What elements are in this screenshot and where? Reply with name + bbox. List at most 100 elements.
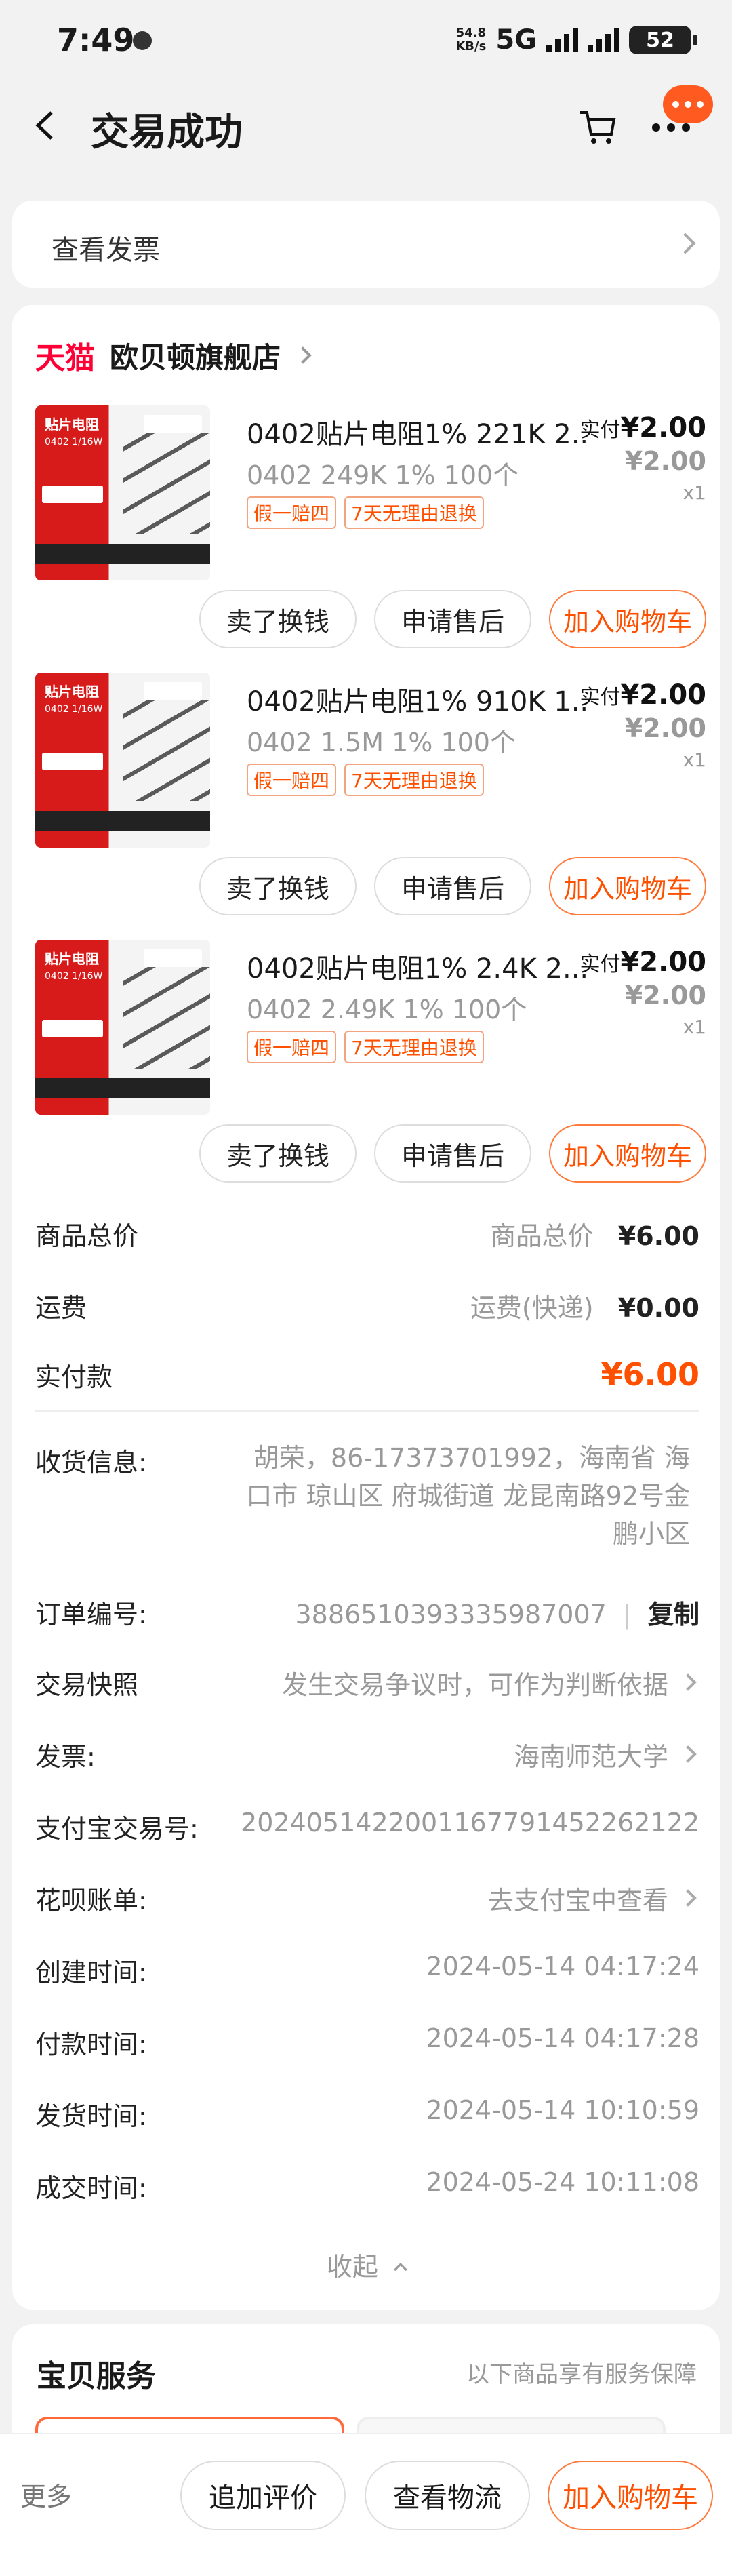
add-to-cart-button[interactable]: 加入购物车 <box>549 1124 706 1183</box>
title-bar: 交易成功 <box>0 81 732 170</box>
order-card: 天猫 欧贝顿旗舰店 贴片电阻 0402 1/16W 0402贴片电阻1% 221… <box>12 305 720 2310</box>
order-number-row: 订单编号: 3886510393335987007 | 复制 <box>35 1593 699 1634</box>
created-value: 2024-05-14 04:17:24 <box>426 1951 699 1981</box>
total-value: ¥6.00 <box>617 1221 699 1251</box>
guarantee-tag: 假一赔四 <box>247 496 337 529</box>
collapse-button[interactable]: 收起 <box>12 2246 720 2283</box>
net-speed-value: 54.8 <box>455 26 487 40</box>
guarantee-tag: 假一赔四 <box>247 1031 337 1063</box>
paid-time-label: 付款时间: <box>35 2029 147 2059</box>
thumb-title: 贴片电阻 <box>45 683 99 700</box>
item-spec: 0402 249K 1% 100个 <box>247 460 519 490</box>
thumb-sub: 0402 1/16W <box>45 437 103 448</box>
service-note: 以下商品享有服务保障 <box>466 2361 697 2388</box>
return-tag: 7天无理由退换 <box>344 496 484 529</box>
thumb-sub: 0402 1/16W <box>45 971 103 982</box>
collapse-label: 收起 <box>326 2252 378 2282</box>
price-block: 实付¥2.00 ¥2.00 x1 <box>580 947 706 1038</box>
order-item: 贴片电阻 0402 1/16W 0402贴片电阻1% 910K 1... 040… <box>35 673 706 944</box>
shop-header[interactable]: 天猫 欧贝顿旗舰店 <box>35 335 312 376</box>
invoice-card[interactable]: 查看发票 <box>12 201 720 288</box>
snapshot-label: 交易快照 <box>35 1670 139 1700</box>
paid-total-value: ¥6.00 <box>601 1356 699 1393</box>
add-review-button[interactable]: 追加评价 <box>180 2461 346 2530</box>
shipped-label: 发货时间: <box>35 2101 147 2131</box>
completed-label: 成交时间: <box>35 2173 147 2203</box>
network-type: 5G <box>495 24 537 56</box>
alipay-row: 支付宝交易号: 2024051422001167791452262122 <box>35 1808 699 1848</box>
after-sale-button[interactable]: 申请售后 <box>374 590 531 648</box>
product-thumbnail[interactable]: 贴片电阻 0402 1/16W <box>35 940 210 1115</box>
paid-price: ¥2.00 <box>620 679 706 711</box>
paid-label: 实付 <box>580 953 621 976</box>
snapshot-value: 发生交易争议时，可作为判断依据 <box>281 1670 668 1700</box>
shipping-label: 运费 <box>35 1293 87 1323</box>
order-number-label: 订单编号: <box>35 1600 147 1629</box>
shop-name: 欧贝顿旗舰店 <box>110 340 281 374</box>
message-badge[interactable] <box>663 85 713 123</box>
page-title: 交易成功 <box>91 111 243 155</box>
chevron-up-icon <box>394 2263 407 2276</box>
total-label: 商品总价 <box>35 1221 139 1251</box>
item-title[interactable]: 0402贴片电阻1% 2.4K 2.... <box>247 947 586 986</box>
created-label: 创建时间: <box>35 1958 147 1987</box>
status-bar: 7:49 54.8 KB/s 5G 52 <box>0 0 732 81</box>
huabei-label: 花呗账单: <box>35 1886 147 1916</box>
paid-total-label: 实付款 <box>35 1362 113 1392</box>
product-thumbnail[interactable]: 贴片电阻 0402 1/16W <box>35 405 210 580</box>
created-row: 创建时间: 2024-05-14 04:17:24 <box>35 1951 699 1992</box>
net-speed-unit: KB/s <box>455 39 487 54</box>
guarantee-tag: 假一赔四 <box>247 764 337 796</box>
item-title[interactable]: 0402贴片电阻1% 910K 1... <box>247 679 586 719</box>
alipay-value: 2024051422001167791452262122 <box>241 1808 699 1838</box>
battery-icon: 52 <box>629 26 697 54</box>
notification-icon <box>133 31 152 50</box>
shipped-row: 发货时间: 2024-05-14 10:10:59 <box>35 2095 699 2136</box>
item-title[interactable]: 0402贴片电阻1% 221K 2... <box>247 412 586 452</box>
thumb-title: 贴片电阻 <box>45 416 99 433</box>
shipping-value: ¥0.00 <box>617 1293 699 1323</box>
address-label: 收货信息: <box>35 1448 147 1478</box>
huabei-row[interactable]: 花呗账单: 去支付宝中查看 <box>35 1880 699 1920</box>
paid-label: 实付 <box>580 418 621 442</box>
snapshot-row[interactable]: 交易快照 发生交易争议时，可作为判断依据 <box>35 1664 699 1705</box>
quantity: x1 <box>683 1016 706 1038</box>
chevron-right-icon <box>294 346 312 364</box>
divider <box>35 1410 699 1412</box>
chevron-right-icon <box>679 1889 697 1907</box>
price-block: 实付¥2.00 ¥2.00 x1 <box>580 679 706 771</box>
total-sub: 商品总价 <box>490 1221 594 1251</box>
paid-time-row: 付款时间: 2024-05-14 04:17:28 <box>35 2023 699 2064</box>
invoice-label: 发票: <box>35 1742 96 1772</box>
after-sale-button[interactable]: 申请售后 <box>374 1124 531 1183</box>
price-block: 实付¥2.00 ¥2.00 x1 <box>580 412 706 504</box>
view-logistics-button[interactable]: 查看物流 <box>365 2461 530 2530</box>
more-button[interactable]: 更多 <box>20 2476 72 2513</box>
resell-button[interactable]: 卖了换钱 <box>199 857 357 915</box>
shipped-value: 2024-05-14 10:10:59 <box>426 2095 699 2125</box>
add-to-cart-button[interactable]: 加入购物车 <box>549 590 706 648</box>
status-indicators: 54.8 KB/s 5G 52 <box>455 24 697 56</box>
completed-value: 2024-05-24 10:11:08 <box>426 2167 699 2197</box>
bottom-action-bar: 更多 追加评价 查看物流 加入购物车 <box>0 2433 732 2576</box>
quantity: x1 <box>683 481 706 504</box>
shipping-sub: 运费(快递) <box>470 1293 594 1323</box>
cart-icon[interactable] <box>577 108 618 146</box>
chevron-right-icon <box>674 233 696 254</box>
chevron-left-icon[interactable] <box>30 107 62 144</box>
unit-price: ¥2.00 <box>624 446 706 476</box>
after-sale-button[interactable]: 申请售后 <box>374 857 531 915</box>
invoice-row[interactable]: 发票: 海南师范大学 <box>35 1736 699 1777</box>
return-tag: 7天无理由退换 <box>344 1031 484 1063</box>
resell-button[interactable]: 卖了换钱 <box>199 1124 357 1183</box>
completed-row: 成交时间: 2024-05-24 10:11:08 <box>35 2167 699 2208</box>
item-spec: 0402 1.5M 1% 100个 <box>247 728 516 757</box>
add-to-cart-button[interactable]: 加入购物车 <box>548 2461 713 2530</box>
product-thumbnail[interactable]: 贴片电阻 0402 1/16W <box>35 673 210 848</box>
add-to-cart-button[interactable]: 加入购物车 <box>549 857 706 915</box>
signal-icon-2 <box>588 28 619 52</box>
resell-button[interactable]: 卖了换钱 <box>199 590 357 648</box>
shipping-row: 运费 运费(快递) ¥0.00 <box>35 1287 699 1328</box>
copy-button[interactable]: 复制 <box>648 1600 699 1629</box>
order-item: 贴片电阻 0402 1/16W 0402贴片电阻1% 2.4K 2.... 04… <box>35 940 706 1211</box>
